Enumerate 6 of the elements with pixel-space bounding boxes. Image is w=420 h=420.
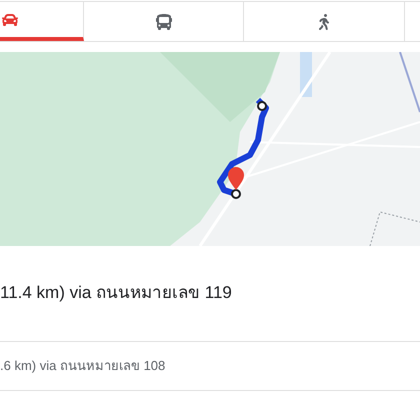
- bus-icon: [156, 14, 172, 30]
- car-icon: [2, 12, 18, 28]
- mode-tab[interactable]: [0, 2, 84, 41]
- walking-person-icon: [316, 14, 332, 30]
- route-summary: .6 km) via ถนนหมายเลข 108: [0, 357, 166, 376]
- route-summary: 11.4 km) via ถนนหมายเลข 119: [0, 282, 232, 304]
